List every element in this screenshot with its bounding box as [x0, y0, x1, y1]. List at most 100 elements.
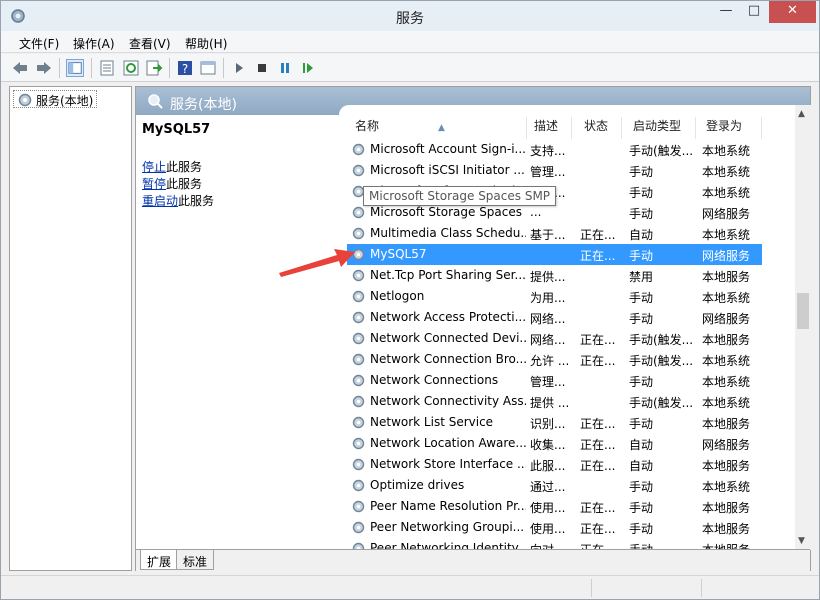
service-gear-icon [352, 290, 365, 303]
cell-description: 为用... [530, 291, 566, 305]
column-header-startup-type[interactable]: 启动类型 [621, 117, 696, 139]
table-row[interactable]: Network List Service 识别... 正在... 手动 本地服务 [347, 412, 762, 433]
cell-name: Network List Service [370, 415, 494, 429]
back-icon[interactable] [11, 59, 29, 77]
service-gear-icon [352, 416, 365, 429]
cell-name: Network Connected Devi... [370, 331, 526, 345]
sort-ascending-icon: ▲ [438, 123, 445, 133]
table-row[interactable]: Optimize drives 通过... 手动 本地系统 [347, 475, 762, 496]
cell-startup-type: 手动 [629, 375, 654, 389]
service-gear-icon [352, 458, 365, 471]
view-tabs: 扩展 标准 [136, 549, 810, 571]
cell-startup-type: 手动 [629, 186, 654, 200]
scroll-thumb[interactable] [797, 293, 809, 329]
menu-view[interactable]: 查看(V) [129, 35, 171, 52]
svg-text:?: ? [182, 62, 188, 76]
service-detail: MySQL57 停止此服务 暂停此服务 重启动此服务 [136, 115, 341, 545]
scroll-up-icon[interactable]: ▲ [798, 109, 805, 119]
menu-help[interactable]: 帮助(H) [185, 35, 227, 52]
column-header-name[interactable]: 名称 ▲ [343, 117, 527, 139]
export-icon[interactable] [145, 59, 163, 77]
column-header-description[interactable]: 描述 [522, 117, 572, 139]
pause-service-link[interactable]: 暂停 [142, 177, 166, 191]
play-icon[interactable] [230, 59, 248, 77]
cell-description: 允许 ... [530, 354, 570, 368]
scroll-down-icon[interactable]: ▼ [798, 536, 805, 546]
restart-icon[interactable] [299, 59, 317, 77]
cell-startup-type: 手动 [629, 541, 699, 549]
menu-action[interactable]: 操作(A) [73, 35, 115, 52]
cell-status: 正在... [580, 333, 616, 347]
menu-file[interactable]: 文件(F) [19, 35, 59, 52]
properties-icon[interactable] [98, 59, 116, 77]
forward-icon[interactable] [35, 59, 53, 77]
console-tree-icon[interactable] [66, 59, 84, 77]
tab-extended[interactable]: 扩展 [140, 550, 179, 570]
table-row[interactable]: Peer Name Resolution Pr... 使用... 正在... 手动 本地… [347, 496, 762, 517]
cell-logon-as: 本地服务 [702, 501, 751, 515]
table-row[interactable]: Network Location Aware... 收集... 正在... 自动 网络服… [347, 433, 762, 454]
maximize-button[interactable]: □ [741, 1, 767, 23]
cell-status: 正在... [580, 228, 616, 242]
restart-service-link[interactable]: 重启动 [142, 194, 178, 208]
cell-logon-as: 本地系统 [702, 396, 751, 410]
table-row[interactable]: Microsoft Account Sign-i... 支持... 手动(触发...… [347, 139, 762, 160]
title-bar[interactable]: 服务 — □ ✕ [1, 1, 819, 31]
cell-status: 正在... [580, 501, 616, 515]
table-row[interactable]: Network Connections 管理... 手动 本地系统 [347, 370, 762, 391]
minimize-button[interactable]: — [713, 1, 739, 23]
refresh-icon[interactable] [122, 59, 140, 77]
table-row-selected[interactable]: MySQL57 正在... 手动 网络服务 [347, 244, 762, 265]
table-row[interactable]: Network Store Interface ... 此服... 正在... 自动 本… [347, 454, 762, 475]
menu-bar: 文件(F) 操作(A) 查看(V) 帮助(H) [1, 31, 819, 53]
view-icon[interactable] [199, 59, 217, 77]
table-row[interactable]: Network Access Protecti... 网络... 手动 网络服务 [347, 307, 762, 328]
table-row[interactable]: Network Connected Devi... 网络... 正在... 手动(触发… [347, 328, 762, 349]
services-window: 服务 — □ ✕ 文件(F) 操作(A) 查看(V) 帮助(H) ? 服务(本地… [0, 0, 820, 600]
table-row[interactable]: Network Connectivity Ass... 提供 ... 手动(触发..… [347, 391, 762, 412]
cell-logon-as: 本地系统 [702, 144, 751, 158]
table-row[interactable]: Peer Networking Groupi... 使用... 正在... 手动 本地服… [347, 517, 762, 538]
table-row[interactable]: Peer Networking Identity ... 向对... 正在... 手动… [347, 538, 762, 549]
help-icon[interactable]: ? [176, 59, 194, 77]
cell-logon-as: 本地系统 [702, 375, 751, 389]
cell-name: Network Access Protecti... [370, 310, 526, 324]
column-header-logon-as[interactable]: 登录为 [694, 117, 762, 139]
cell-name: Microsoft Storage Spaces SMP [370, 205, 526, 219]
table-row[interactable]: Netlogon 为用... 手动 本地系统 [347, 286, 762, 307]
tree-item-label: 服务(本地) [36, 94, 94, 108]
vertical-scrollbar[interactable]: ▲ ▼ [795, 105, 811, 550]
tree-item-services-local[interactable]: 服务(本地) [13, 90, 98, 108]
cell-description: 提供 ... [530, 396, 570, 410]
services-gear-icon [18, 93, 32, 107]
console-tree: 服务(本地) [9, 86, 132, 571]
cell-logon-as: 本地系统 [702, 354, 751, 368]
cell-startup-type: 手动 [629, 291, 654, 305]
stop-service-link[interactable]: 停止 [142, 160, 166, 174]
cell-name: Peer Networking Identity ... [370, 541, 526, 549]
cell-logon-as: 本地系统 [702, 228, 751, 242]
cell-description: 通过... [530, 480, 566, 494]
stop-icon[interactable] [253, 59, 271, 77]
cell-startup-type: 自动 [629, 459, 654, 473]
cell-name: Peer Networking Groupi... [370, 520, 525, 534]
toolbar-separator [223, 58, 224, 78]
status-separator [591, 579, 592, 597]
cell-description: 管理... [530, 165, 566, 179]
table-row[interactable]: Net.Tcp Port Sharing Ser... 提供... 禁用 本地服务 [347, 265, 762, 286]
table-row[interactable]: Microsoft iSCSI Initiator ... 管理... 手动 本地系统 [347, 160, 762, 181]
service-gear-icon [352, 395, 365, 408]
service-gear-icon [352, 227, 365, 240]
cell-status: 正在... [580, 249, 616, 263]
pause-icon[interactable] [276, 59, 294, 77]
table-row[interactable]: Multimedia Class Schedu... 基于... 正在... 自动 本地… [347, 223, 762, 244]
cell-description: 识别... [530, 417, 566, 431]
table-row[interactable]: Network Connection Bro... 允许 ... 正在... 手动(触… [347, 349, 762, 370]
column-header-status[interactable]: 状态 [572, 117, 622, 139]
tab-standard[interactable]: 标准 [176, 550, 215, 570]
cell-description: 使用... [530, 501, 566, 515]
cell-startup-type: 禁用 [629, 270, 654, 284]
status-separator [701, 579, 702, 597]
close-button[interactable]: ✕ [769, 1, 816, 23]
cell-name: Net.Tcp Port Sharing Ser... [370, 268, 526, 282]
